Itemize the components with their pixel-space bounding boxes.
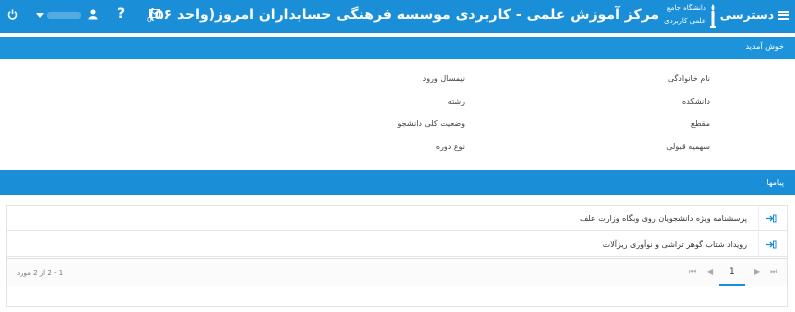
pager-first-button[interactable]: ⏮ [689, 267, 696, 277]
pager-current-page[interactable]: 1 [729, 267, 735, 279]
access-menu-label: دسترسی [719, 8, 774, 22]
torch-logo-icon [710, 4, 716, 28]
header-actions: ? 0 [0, 0, 190, 33]
pager-next-button[interactable]: ▶ [754, 267, 760, 276]
arrow-in-icon [766, 214, 777, 223]
help-icon[interactable]: ? [117, 6, 125, 22]
logo-text-line2: علمی کاربردی [664, 17, 706, 25]
message-title[interactable]: رویداد شتاب گوهر تراشی و نوآوری ریزآلات [603, 240, 747, 249]
logo-text-line1: دانشگاه جامع [666, 4, 706, 12]
messages-title: پیامها [766, 178, 785, 187]
welcome-text: خوش آمدید [745, 42, 784, 51]
welcome-bar: خوش آمدید [0, 37, 795, 59]
label-entry-semester: نیمسال ورود [422, 74, 465, 83]
message-title[interactable]: پرسشنامه ویژه دانشجویان روی وبگاه وزارت … [580, 214, 747, 223]
label-last-name: نام خانوادگی [667, 74, 710, 83]
pagination: 1 - 2 از 2 مورد ⏮ ◀ 1 ▶ ⏭ [7, 258, 787, 286]
page-title: مرکز آموزش علمی - کاربردی موسسه فرهنگی ح… [148, 7, 659, 23]
user-icon[interactable] [88, 9, 98, 20]
power-icon[interactable] [7, 9, 18, 20]
pagination-info: 1 - 2 از 2 مورد [17, 269, 64, 277]
arrow-in-icon [766, 240, 777, 249]
top-navbar: دسترسی دانشگاه جامع علمی کاربردی مرکز آم… [0, 0, 795, 33]
messages-bar: پیامها [0, 170, 795, 195]
list-item[interactable]: رویداد شتاب گوهر تراشی و نوآوری ریزآلات [7, 232, 787, 257]
label-admission-quota: سهمیه قبولی [666, 142, 710, 151]
label-course-type: نوع دوره [435, 142, 465, 151]
student-info-panel: نام خانوادگی دانشکده مقطع سهمیه قبولی نی… [0, 60, 795, 168]
pager-last-button[interactable]: ⏭ [770, 267, 777, 277]
current-page-underline [719, 284, 745, 286]
label-faculty: دانشکده [682, 97, 710, 106]
caret-down-icon[interactable] [36, 13, 44, 18]
messages-panel: پرسشنامه ویژه دانشجویان روی وبگاه وزارت … [6, 205, 788, 307]
row-divider [758, 232, 759, 256]
row-divider [758, 206, 759, 230]
university-logo: دانشگاه جامع علمی کاربردی [664, 2, 717, 30]
label-student-status: وضعیت کلی دانشجو [397, 119, 465, 128]
pager-prev-button[interactable]: ◀ [707, 267, 713, 276]
user-name-blurred [47, 12, 81, 19]
mail-count-badge: 0 [147, 16, 152, 24]
label-major: رشته [447, 97, 465, 106]
list-item[interactable]: پرسشنامه ویژه دانشجویان روی وبگاه وزارت … [7, 206, 787, 231]
access-menu-button[interactable]: دسترسی [720, 8, 789, 22]
label-degree: مقطع [690, 119, 710, 128]
menu-icon [778, 10, 789, 20]
